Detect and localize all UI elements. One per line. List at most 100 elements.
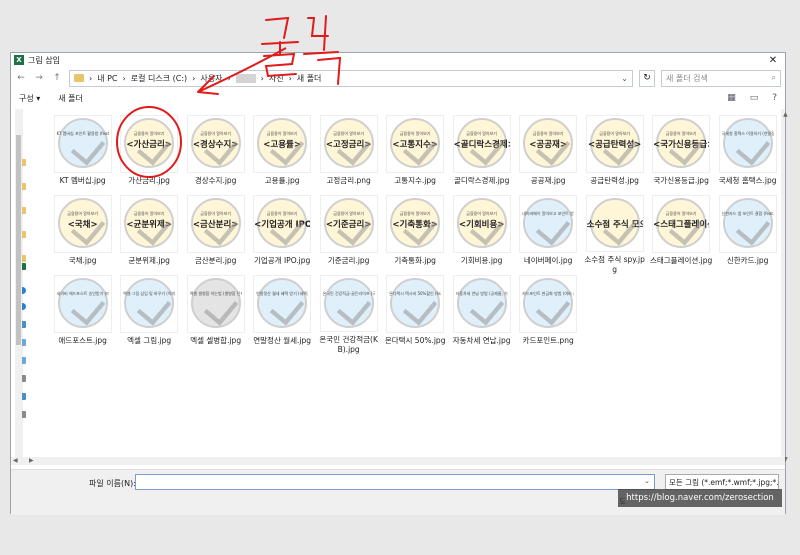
file-item[interactable]: 엑셀 셀병합 하는법 (셀병합 단축키 포함) 엑셀 셀병합.jpg [182,275,249,355]
scroll-thumb[interactable] [16,135,22,345]
file-thumbnail: 금융용어 알아보기 <기축통화> [386,195,445,253]
file-list-scrollbar[interactable]: ▲ ▼ [780,109,788,465]
file-item[interactable]: 금융용어 알아보기 <공급탄력성> 공급탄력성.jpg [581,115,648,195]
file-name-label: 골디락스경제.jpg [453,176,510,185]
file-item[interactable]: 금융용어 알아보기 <기축통화> 기축통화.jpg [382,195,449,275]
chevron-down-icon[interactable]: ⌄ [644,477,650,485]
file-name-label: 연말정산 월세.jpg [253,336,312,345]
file-thumbnail: 자동차세 연납 방법 (공제율, 기간 및 절약방법) [452,275,511,333]
file-name-label: 기축통화.jpg [394,256,436,265]
file-item[interactable]: 금융용어 알아보기 <고용률> 고용률.jpg [249,115,316,195]
file-item[interactable]: 금융용어 알아보기 <기회비용> 기회비용.jpg [448,195,515,275]
file-name-label: 애드포스트.jpg [58,336,107,345]
file-thumbnail: 금융용어 알아보기 <기준금리> [319,195,378,253]
file-item[interactable]: 연말정산 월세 혜택 받기 (세액공제 요건 및 방법) 연말정산 월세.jpg [249,275,316,355]
file-thumbnail: 금융용어 알아보기 <국채> [53,195,112,253]
file-name-label: 카드포인트.png [522,336,574,345]
up-button[interactable]: ↑ [51,73,63,83]
file-thumbnail: 금융용어 알아보기 <고정금리> [319,115,378,173]
window-title: 그림 삽입 [28,55,60,65]
nav-pane-scrollbar[interactable] [15,109,23,465]
file-name-label: 금산분리.jpg [194,256,237,265]
file-item[interactable]: 금융용어 알아보기 <고정금리> 고정금리.png [315,115,382,195]
file-item[interactable]: 네이버 애드포스트 승인받기 (미승인 이유 및 꿀팁) 애드포스트.jpg [49,275,116,355]
search-placeholder: 새 폴더 검색 [666,73,708,83]
scroll-up-icon[interactable]: ▲ [781,111,790,118]
search-input[interactable]: 새 폴더 검색 ⌕ [661,69,781,87]
preview-pane-icon[interactable]: ▭ [750,93,759,103]
file-item[interactable]: 금융용어 알아보기 <금산분리> 금산분리.jpg [182,195,249,275]
breadcrumb-this-pc[interactable]: 내 PC [97,73,117,84]
refresh-icon[interactable]: ↻ [639,69,655,87]
file-name-label: 엑셀 셀병합.jpg [190,336,242,345]
file-name-label: 국채.jpg [68,256,97,265]
navigation-pane[interactable] [11,109,26,465]
file-name-label: 고정금리.png [326,176,371,185]
file-thumbnail: 온국민 건강적금-골든라이프 (국민은행 연 10%) [319,275,378,332]
file-thumbnail: 연말정산 월세 혜택 받기 (세액공제 요건 및 방법) [253,275,312,333]
breadcrumb-local-disk[interactable]: 로컬 디스크 (C:) [131,73,187,84]
file-item[interactable]: 자동차세 연납 방법 (공제율, 기간 및 절약방법) 자동차세 연납.jpg [448,275,515,355]
red-circle-annotation [116,106,182,178]
filename-input[interactable]: ⌄ [135,474,655,490]
file-thumbnail: 엑셀 셀병합 하는법 (셀병합 단축키 포함) [186,275,245,333]
search-icon: ⌕ [771,73,776,82]
file-name-label: 자동차세 연납.jpg [452,336,511,345]
breadcrumb-sep: › [122,73,126,83]
file-thumbnail: 신한카드 앱 포인트 결합 (feat. 사용 후 적립혜택) [718,195,777,253]
file-name-label: 공급탄력성.jpg [590,176,639,185]
file-thumbnail: 금융용어 알아보기 <공공재> [519,115,578,173]
file-thumbnail: 금융용어 알아보기 <기회비용> [452,195,511,253]
file-item[interactable]: 금융용어 알아보기 <공공재> 공공재.jpg [515,115,582,195]
file-item[interactable]: 온국민 건강적금-골든라이프 (국민은행 연 10%) 온국민 건강적금(KB).… [315,275,382,355]
file-item[interactable]: 금융용어 알아보기 <균분위제> 균분위제.jpg [116,195,183,275]
file-type-select[interactable]: 모든 그림 (*.emf;*.wmf;*.jpg;*. [665,474,779,490]
file-name-label: 스태그플레이션.jpg [649,256,713,265]
file-item[interactable]: 금융용어 알아보기 <고통지수> 고통지수.jpg [382,115,449,195]
file-thumbnail: 금융용어 알아보기 <골디락스경제> [452,115,511,173]
title-bar: X 그림 삽입 ✕ [11,53,785,67]
red-arrow-annotation [197,47,287,95]
file-item[interactable]: 금융용어 알아보기 <기준금리> 기준금리.jpg [315,195,382,275]
scroll-right-icon[interactable]: ▶ [29,457,34,464]
file-item[interactable]: 엑셀 그림 삽입 및 바꾸기 (이미지 정렬하기 팁) 엑셀 그림.jpg [116,275,183,355]
file-thumbnail: 소수점 주식 모으기 [585,195,644,252]
file-item[interactable]: 금융용어 알아보기 <국가신용등급> 국가신용등급.jpg [648,115,715,195]
file-item[interactable]: 금융용어 알아보기<기업공개 IPO> 기업공개 IPO.jpg [249,195,316,275]
organize-button[interactable]: 구성 ▾ [19,93,40,104]
file-item[interactable]: 금융용어 알아보기<스태그플레이션> 스태그플레이션.jpg [648,195,715,275]
file-thumbnail: 금융용어 알아보기 <공급탄력성> [585,115,644,173]
file-name-label: 균분위제.jpg [128,256,170,265]
file-name-label: 고통지수.jpg [394,176,436,185]
file-item[interactable]: 국세청 홈택스 이용하기 (연말정산 간소화 서비스) 국세청 홈택스.jpg [714,115,781,195]
file-item[interactable]: 온다택시 택시비 50%할인 (feat. 일반택시 쿠폰) 온다택시 50%.j… [382,275,449,355]
scroll-left-icon[interactable]: ◀ [13,457,18,464]
help-icon[interactable]: ? [772,93,777,103]
excel-icon: X [14,55,24,65]
nav-horizontal-scrollbar[interactable]: ◀ ▶ [11,457,785,465]
file-item[interactable]: 금융용어 알아보기 <골디락스경제> 골디락스경제.jpg [448,115,515,195]
file-name-label: 소수점 주식 spy.jpg [584,255,645,274]
file-item[interactable]: 금융용어 알아보기 <경상수지> 경상수지.jpg [182,115,249,195]
back-button[interactable]: ← [15,73,27,83]
file-item[interactable]: 카드포인트 현금화 방법 (여러 카드사 조회하기) 카드포인트.png [515,275,582,355]
filename-label: 파일 이름(N): [89,479,136,488]
file-item[interactable]: 금융용어 알아보기 <국채> 국채.jpg [49,195,116,275]
close-icon[interactable]: ✕ [761,55,785,66]
file-item[interactable]: 소수점 주식 모으기소수점 주식 spy.jpg [581,195,648,275]
new-folder-button[interactable]: 새 폴더 [58,93,83,104]
address-bar[interactable]: › 내 PC › 로컬 디스크 (C:) › 사용자 › › 사진 › 새 폴더… [69,69,633,87]
file-name-label: 공공재.jpg [530,176,566,185]
chevron-down-icon[interactable]: ⌄ [621,74,628,83]
file-thumbnail: 엑셀 그림 삽입 및 바꾸기 (이미지 정렬하기 팁) [120,275,179,333]
file-name-label: 기준금리.jpg [327,256,370,265]
file-item[interactable]: KT 멤버십 포인트 활용법 (feat. 영화, VIP, 카페) KT 멤버십… [49,115,116,195]
navigation-bar: ← → ↑ › 내 PC › 로컬 디스크 (C:) › 사용자 › › 사진 … [11,67,785,89]
file-item[interactable]: 신한카드 앱 포인트 결합 (feat. 사용 후 적립혜택) 신한카드.jpg [714,195,781,275]
folder-icon [74,74,84,82]
forward-button[interactable]: → [33,73,45,83]
view-options-icon[interactable]: ▦ [727,93,736,103]
file-item[interactable]: 네이버페이 알아보고 포인트 받기 (feat. 포인트 사용 방법) 네이버페이… [515,195,582,275]
file-thumbnail: 금융용어 알아보기 <금산분리> [186,195,245,253]
file-thumbnail: 금융용어 알아보기 <고통지수> [386,115,445,173]
